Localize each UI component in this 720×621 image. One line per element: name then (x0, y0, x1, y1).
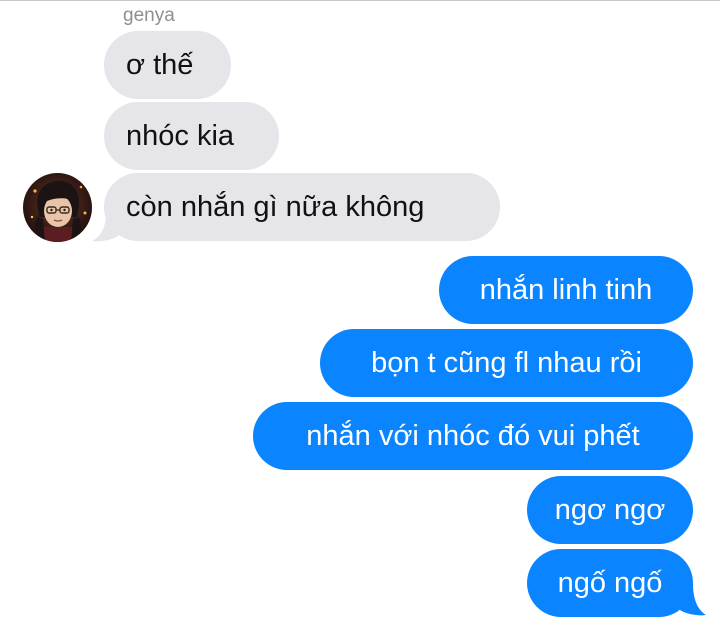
sender-name: genya (123, 5, 175, 26)
outgoing-message-bubble[interactable]: bọn t cũng fl nhau rồi (320, 329, 693, 397)
outgoing-message-bubble[interactable]: ngố ngố (527, 549, 693, 617)
outgoing-message-bubble[interactable]: nhắn linh tinh (439, 256, 693, 324)
incoming-message-bubble[interactable]: ơ thế (104, 31, 231, 99)
outgoing-message-bubble[interactable]: ngơ ngơ (527, 476, 693, 544)
contact-avatar[interactable] (23, 173, 92, 242)
incoming-message-bubble[interactable]: còn nhắn gì nữa không (104, 173, 500, 241)
avatar-illustration-icon (23, 173, 92, 242)
incoming-message-bubble[interactable]: nhóc kia (104, 102, 279, 170)
outgoing-message-bubble[interactable]: nhắn với nhóc đó vui phết (253, 402, 693, 470)
top-divider (0, 0, 720, 1)
